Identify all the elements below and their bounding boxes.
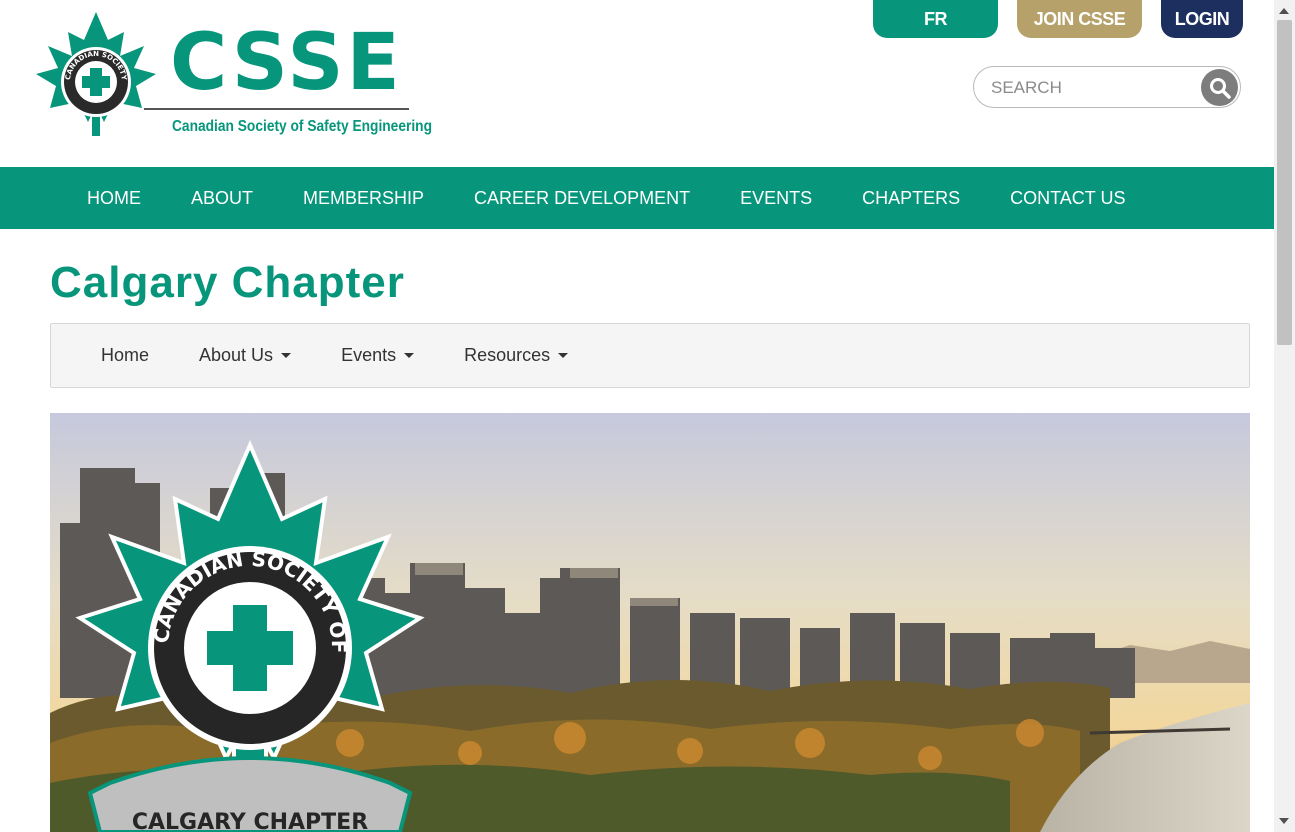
search-input[interactable]: [989, 75, 1193, 101]
scrollbar-thumb[interactable]: [1277, 20, 1292, 345]
logo-subtitle: Canadian Society of Safety Engineering: [172, 118, 432, 135]
page-title: Calgary Chapter: [50, 258, 405, 307]
search-icon: [1209, 77, 1231, 99]
search-box: [973, 66, 1241, 108]
hero-banner-image: CANADIAN SOCIETY OF SAFETY ENGINEERING C…: [50, 413, 1250, 832]
subnav-item-home[interactable]: Home: [86, 345, 164, 366]
csse-maple-leaf-badge-icon: CANADIAN SOCIETY OF SAFETY ENGINEERING: [32, 10, 156, 136]
nav-item-about[interactable]: ABOUT: [166, 188, 278, 209]
logo-divider: [144, 108, 409, 110]
csse-logo[interactable]: CANADIAN SOCIETY OF SAFETY ENGINEERING C…: [32, 10, 432, 140]
subnav-item-label: Events: [341, 345, 397, 365]
nav-item-events[interactable]: EVENTS: [715, 188, 837, 209]
main-navigation: HOME ABOUT MEMBERSHIP CAREER DEVELOPMENT…: [0, 167, 1274, 229]
subnav-item-label: Resources: [464, 345, 551, 365]
chapter-subnav: Home About Us Events Resources: [50, 323, 1250, 388]
caret-down-icon: [404, 353, 415, 358]
nav-item-contact-us[interactable]: CONTACT US: [985, 188, 1150, 209]
subnav-item-events[interactable]: Events: [326, 345, 429, 366]
caret-down-icon: [558, 353, 569, 358]
search-button[interactable]: [1201, 69, 1238, 106]
nav-item-chapters[interactable]: CHAPTERS: [837, 188, 985, 209]
subnav-item-resources[interactable]: Resources: [449, 345, 583, 366]
join-csse-button[interactable]: JOIN CSSE: [1017, 0, 1142, 38]
language-fr-button[interactable]: FR: [873, 0, 998, 38]
login-button[interactable]: LOGIN: [1161, 0, 1243, 38]
calgary-skyline-image: CANADIAN SOCIETY OF SAFETY ENGINEERING C…: [50, 413, 1250, 832]
nav-item-membership[interactable]: MEMBERSHIP: [278, 188, 449, 209]
logo-wordmark: CSSE: [170, 18, 403, 108]
subnav-item-about-us[interactable]: About Us: [184, 345, 306, 366]
nav-item-home[interactable]: HOME: [62, 188, 166, 209]
scroll-up-arrow-icon[interactable]: [1279, 8, 1289, 14]
vertical-scrollbar[interactable]: [1274, 0, 1295, 832]
nav-item-career-development[interactable]: CAREER DEVELOPMENT: [449, 188, 715, 209]
caret-down-icon: [281, 353, 292, 358]
hero-banner-text: CALGARY CHAPTER: [132, 810, 368, 832]
subnav-item-label: About Us: [199, 345, 274, 365]
subnav-item-label: Home: [101, 345, 150, 365]
scroll-down-arrow-icon[interactable]: [1279, 818, 1289, 824]
